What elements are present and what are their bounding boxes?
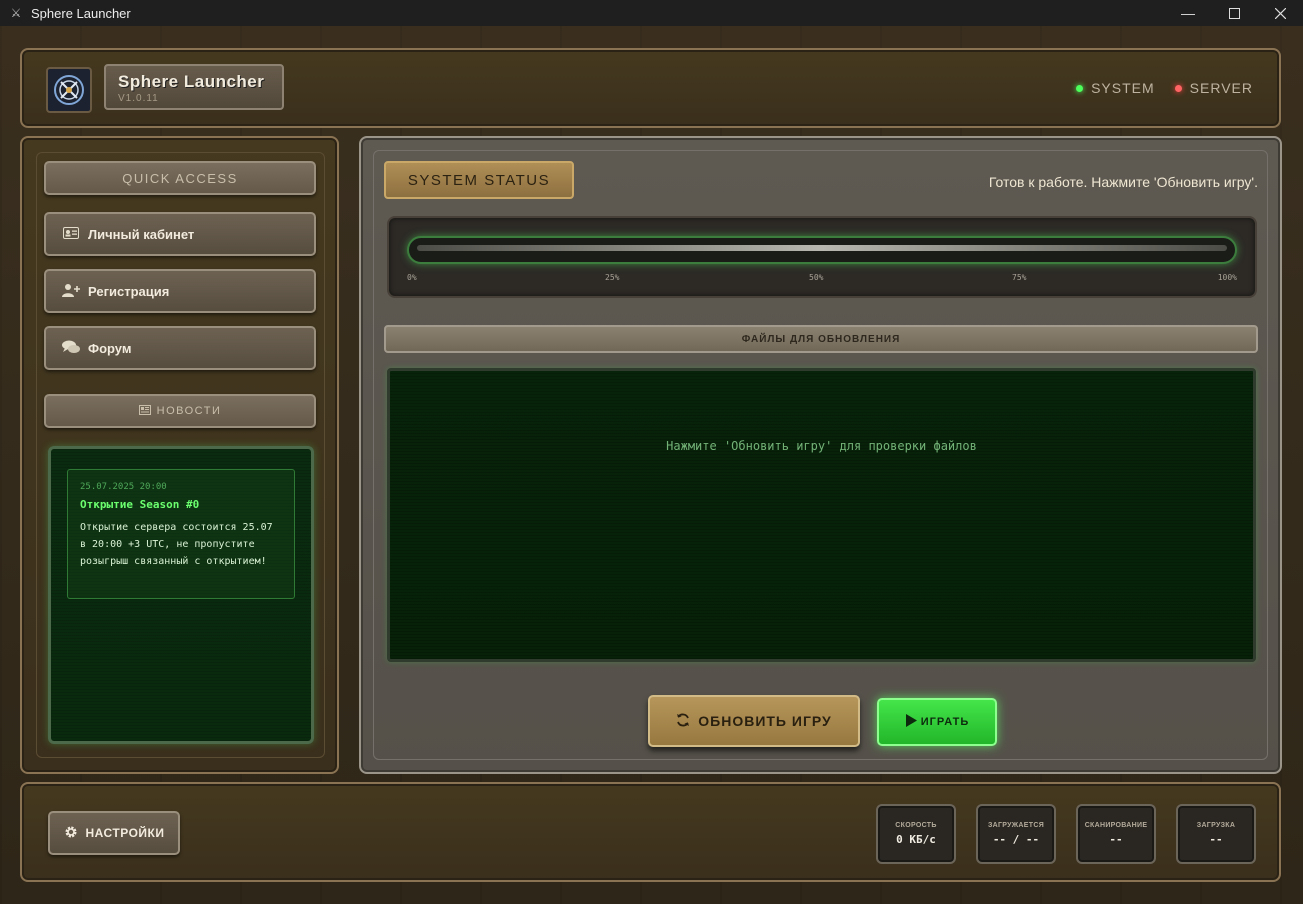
news-item[interactable]: 25.07.2025 20:00 Открытие Season #0 Откр…	[67, 469, 295, 599]
news-date: 25.07.2025 20:00	[80, 482, 167, 492]
stat-scanning: СКАНИРОВАНИЕ --	[1076, 804, 1156, 864]
sidebar-panel: QUICK ACCESS Личный кабинет Регистрация …	[20, 136, 339, 774]
update-game-button[interactable]: ОБНОВИТЬ ИГРУ	[648, 695, 860, 747]
stat-label: ЗАГРУЖАЕТСЯ	[987, 822, 1045, 829]
status-indicators: SYSTEM SERVER	[1076, 80, 1253, 96]
window-controls: —	[1165, 0, 1303, 26]
indicator-server: SERVER	[1174, 80, 1253, 96]
stat-load: ЗАГРУЗКА --	[1176, 804, 1256, 864]
news-feed[interactable]: 25.07.2025 20:00 Открытие Season #0 Откр…	[48, 446, 314, 744]
sidebar-item-personal-account[interactable]: Личный кабинет	[44, 212, 316, 256]
window-titlebar: ⚔ Sphere Launcher —	[0, 0, 1303, 26]
progress-bar	[407, 236, 1237, 264]
stat-value: --	[1109, 833, 1123, 846]
indicator-system-label: SYSTEM	[1091, 80, 1155, 96]
progress-ticks: 0% 25% 50% 75% 100%	[407, 273, 1237, 285]
indicator-server-label: SERVER	[1189, 80, 1253, 96]
chat-bubbles-icon	[62, 340, 80, 357]
news-label: НОВОСТИ	[156, 405, 222, 417]
close-icon[interactable]	[1257, 0, 1303, 26]
news-body: Открытие сервера состоится 25.07 в 20:00…	[80, 522, 273, 567]
minimize-icon[interactable]: —	[1165, 0, 1211, 26]
gear-icon	[64, 825, 78, 842]
app-logo-icon	[46, 67, 92, 113]
sidebar-item-label: Форум	[88, 340, 132, 356]
stat-speed: СКОРОСТЬ 0 КБ/с	[876, 804, 956, 864]
stat-value: --	[1209, 833, 1223, 846]
play-button[interactable]: ИГРАТЬ	[877, 698, 997, 746]
id-card-icon	[62, 226, 80, 242]
files-header: ФАЙЛЫ ДЛЯ ОБНОВЛЕНИЯ	[384, 325, 1258, 353]
header-panel: Sphere Launcher V1.0.11 SYSTEM SERVER	[20, 48, 1281, 128]
files-list[interactable]: Нажмите 'Обновить игру' для проверки фай…	[387, 368, 1256, 662]
stat-label: СКАНИРОВАНИЕ	[1084, 822, 1148, 829]
progress-panel: 0% 25% 50% 75% 100%	[387, 216, 1257, 298]
progress-bar-sheen	[417, 245, 1227, 251]
files-empty-message: Нажмите 'Обновить игру' для проверки фай…	[666, 439, 977, 453]
progress-tick: 100%	[1217, 273, 1237, 282]
settings-button[interactable]: НАСТРОЙКИ	[48, 811, 180, 855]
stat-label: ЗАГРУЗКА	[1196, 822, 1236, 829]
stat-label: СКОРОСТЬ	[895, 822, 937, 829]
progress-tick: 75%	[1012, 273, 1027, 282]
stat-value: -- / --	[992, 833, 1040, 846]
stat-value: 0 КБ/с	[896, 833, 936, 846]
crossed-swords-icon: ⚔	[10, 6, 22, 20]
quick-access-header: QUICK ACCESS	[44, 161, 316, 195]
maximize-icon[interactable]	[1211, 0, 1257, 26]
app-title-box: Sphere Launcher V1.0.11	[104, 64, 284, 110]
sidebar-item-label: Регистрация	[88, 283, 170, 299]
system-status-dot-icon	[1076, 84, 1084, 92]
status-message: Готов к работе. Нажмите 'Обновить игру'.	[988, 174, 1258, 190]
app-name: Sphere Launcher	[118, 72, 265, 91]
system-status-chip: SYSTEM STATUS	[384, 161, 574, 199]
sidebar-item-label: Личный кабинет	[88, 226, 195, 242]
indicator-system: SYSTEM	[1076, 80, 1155, 96]
app-version: V1.0.11	[118, 93, 159, 104]
footer-panel: НАСТРОЙКИ СКОРОСТЬ 0 КБ/с ЗАГРУЖАЕТСЯ --…	[20, 782, 1281, 882]
play-label: ИГРАТЬ	[920, 716, 970, 728]
update-game-label: ОБНОВИТЬ ИГРУ	[698, 713, 832, 729]
user-plus-icon	[62, 283, 80, 300]
news-header: НОВОСТИ	[44, 394, 316, 428]
quick-access-label: QUICK ACCESS	[122, 170, 238, 186]
progress-tick: 25%	[605, 273, 620, 282]
play-icon	[905, 714, 917, 730]
window-title: Sphere Launcher	[31, 5, 131, 21]
sidebar-item-registration[interactable]: Регистрация	[44, 269, 316, 313]
settings-label: НАСТРОЙКИ	[85, 826, 165, 840]
server-status-dot-icon	[1174, 84, 1182, 92]
news-title: Открытие Season #0	[80, 498, 200, 511]
sidebar-item-forum[interactable]: Форум	[44, 326, 316, 370]
main-panel: SYSTEM STATUS Готов к работе. Нажмите 'О…	[359, 136, 1282, 774]
newspaper-icon	[138, 404, 151, 418]
progress-tick: 50%	[809, 273, 824, 282]
progress-tick: 0%	[407, 273, 417, 282]
stat-downloading: ЗАГРУЖАЕТСЯ -- / --	[976, 804, 1056, 864]
refresh-icon	[676, 713, 690, 730]
